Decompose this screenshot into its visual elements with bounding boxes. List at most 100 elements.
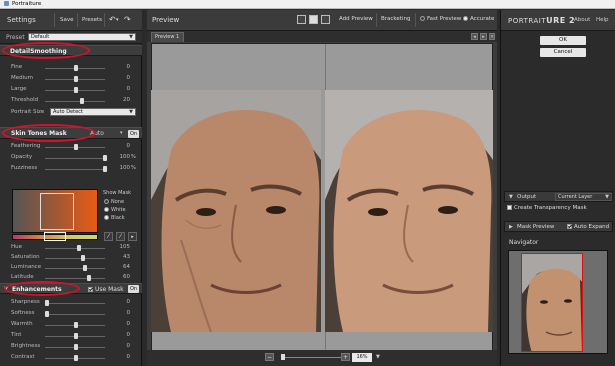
color-range-box[interactable]: [40, 193, 74, 230]
side-by-side-view-icon[interactable]: [321, 15, 330, 24]
show-mask-radio[interactable]: Black: [104, 215, 134, 222]
slider-thumb[interactable]: [86, 275, 91, 281]
zoom-slider-track[interactable]: [282, 357, 347, 358]
portraiture-window: Portraiture Settings Save Presets ↶ ▾ ↷ …: [0, 0, 615, 366]
output-value: Current Layer: [558, 194, 593, 200]
split-view-icon[interactable]: [309, 15, 318, 24]
slider-thumb[interactable]: [80, 255, 85, 261]
slider-value[interactable]: 100: [110, 165, 131, 171]
zoom-slider-thumb[interactable]: [281, 354, 285, 360]
settings-header: Settings Save Presets ↶ ▾ ↷: [0, 10, 142, 31]
tab-scroll-right-icon[interactable]: ▸: [480, 33, 487, 40]
slider-value[interactable]: 0: [110, 86, 131, 92]
slider-thumb[interactable]: [74, 333, 78, 339]
slider-track[interactable]: [45, 278, 105, 279]
preview-toolbar: Preview Add Preview Bracketing Fast Prev…: [147, 10, 497, 31]
help-link[interactable]: Help: [596, 17, 609, 23]
slider-unit: %: [130, 165, 136, 171]
zoom-in-button[interactable]: +: [341, 353, 350, 361]
slider-value[interactable]: 0: [110, 143, 131, 149]
enhancements-toggle[interactable]: On: [128, 285, 139, 293]
save-button[interactable]: Save: [60, 15, 74, 25]
slider-track[interactable]: [45, 258, 105, 259]
fast-preview-radio[interactable]: Fast Preview: [420, 16, 461, 22]
hue-range-box[interactable]: [44, 232, 66, 241]
slider-thumb[interactable]: [79, 98, 84, 104]
slider-value[interactable]: 0: [110, 310, 131, 316]
slider-thumb[interactable]: [74, 87, 78, 93]
mode-chevron-icon[interactable]: ▾: [120, 130, 123, 136]
eyedropper-icon[interactable]: ⁄: [104, 232, 113, 241]
slider-value[interactable]: 100: [110, 154, 131, 160]
zoom-level[interactable]: 16%: [352, 353, 372, 362]
preset-dropdown[interactable]: Default ▼: [28, 33, 136, 41]
show-mask-radio[interactable]: None: [104, 199, 134, 206]
slider-thumb[interactable]: [74, 355, 78, 361]
slider-value[interactable]: 0: [110, 354, 131, 360]
slider-value[interactable]: 0: [110, 64, 131, 70]
slider-value[interactable]: 43: [110, 254, 130, 260]
close-tab-icon[interactable]: ×: [489, 33, 495, 40]
slider-thumb[interactable]: [45, 300, 49, 306]
eyedropper-plus-icon[interactable]: ⁄: [116, 232, 125, 241]
slider-value[interactable]: 0: [110, 321, 131, 327]
slider-value[interactable]: 0: [110, 299, 131, 305]
slider-track[interactable]: [45, 248, 105, 249]
show-mask-radio[interactable]: White: [104, 207, 134, 214]
bracketing-button[interactable]: Bracketing: [381, 16, 410, 22]
redo-icon[interactable]: ↷: [124, 15, 131, 25]
slider-label: Opacity: [11, 154, 33, 160]
slider-track[interactable]: [45, 158, 105, 159]
slider-value[interactable]: 105: [110, 244, 131, 250]
slider-value[interactable]: 0: [110, 343, 131, 349]
slider-value[interactable]: 60: [110, 274, 130, 280]
slider-value[interactable]: 0: [110, 75, 131, 81]
slider-row: Fuzziness 100%: [0, 164, 142, 174]
slider-track[interactable]: [45, 101, 105, 102]
presets-button[interactable]: Presets: [82, 15, 102, 25]
undo-icon[interactable]: ↶: [109, 15, 116, 25]
slider-thumb[interactable]: [74, 322, 78, 328]
slider-thumb[interactable]: [82, 265, 87, 271]
create-mask-checkbox[interactable]: Create Transparency Mask: [507, 205, 587, 211]
auto-expand-checkbox[interactable]: Auto Expand: [567, 224, 609, 230]
slider-track[interactable]: [45, 314, 105, 315]
slider-value[interactable]: 20: [110, 97, 130, 103]
tab-preview-1[interactable]: Preview 1: [151, 32, 184, 42]
slider-thumb[interactable]: [103, 155, 107, 161]
slider-thumb[interactable]: [45, 311, 49, 317]
expand-arrow-icon[interactable]: ▶: [509, 224, 513, 230]
output-dropdown[interactable]: Current Layer ▼: [555, 193, 612, 201]
portrait-size-dropdown[interactable]: Auto Detect ▼: [50, 108, 136, 116]
slider-thumb[interactable]: [74, 76, 78, 82]
slider-value[interactable]: 64: [110, 264, 130, 270]
slider-thumb[interactable]: [103, 166, 107, 172]
undo-menu-chevron-icon[interactable]: ▾: [116, 15, 119, 25]
tab-scroll-left-icon[interactable]: ◂: [471, 33, 478, 40]
expand-icon[interactable]: ▸: [128, 232, 137, 241]
zoom-out-button[interactable]: −: [265, 353, 274, 361]
cancel-button[interactable]: Cancel: [540, 48, 586, 57]
slider-label: Warmth: [11, 321, 33, 327]
slider-thumb[interactable]: [74, 65, 78, 71]
slider-value[interactable]: 0: [110, 332, 131, 338]
slider-track[interactable]: [45, 169, 105, 170]
about-link[interactable]: About: [574, 17, 590, 23]
accurate-radio[interactable]: Accurate: [463, 16, 494, 22]
slider-thumb[interactable]: [76, 245, 81, 251]
settings-title: Settings: [7, 16, 36, 24]
slider-track[interactable]: [45, 268, 105, 269]
add-preview-button[interactable]: Add Preview: [339, 16, 373, 22]
collapse-arrow-icon[interactable]: ▼: [509, 194, 513, 200]
zoom-chevron-icon[interactable]: ▼: [376, 354, 380, 360]
navigator-viewport-frame[interactable]: [521, 253, 583, 352]
slider-thumb[interactable]: [74, 344, 78, 350]
skin-mask-toggle[interactable]: On: [128, 130, 139, 138]
fast-preview-label: Fast Preview: [427, 16, 462, 22]
auto-expand-label: Auto Expand: [574, 224, 610, 230]
use-mask-checkbox[interactable]: Use Mask: [88, 286, 124, 293]
slider-thumb[interactable]: [74, 144, 78, 150]
single-view-icon[interactable]: [297, 15, 306, 24]
slider-track[interactable]: [45, 303, 105, 304]
ok-button[interactable]: OK: [540, 36, 586, 45]
